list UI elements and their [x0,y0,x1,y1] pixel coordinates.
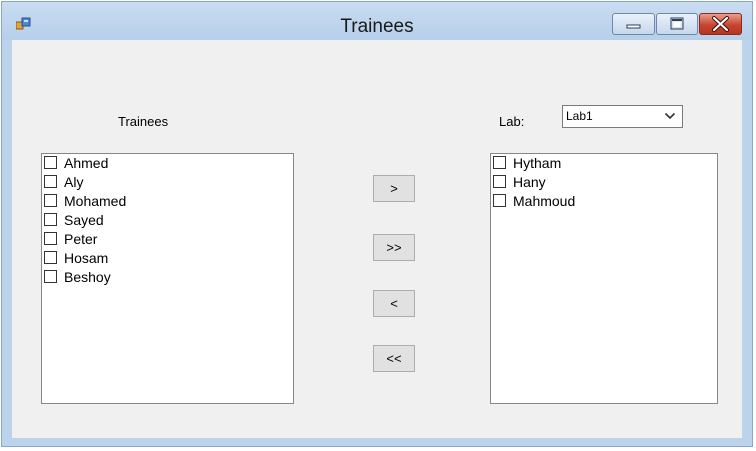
lab-label: Lab: [499,114,525,129]
lab-select-value: Lab1 [566,109,593,123]
list-item[interactable]: Mohamed [42,192,293,211]
list-item-label: Aly [64,174,84,190]
lab-checked-list[interactable]: Hytham Hany Mahmoud [490,153,718,404]
move-all-button[interactable]: >> [373,234,415,261]
list-item[interactable]: Ahmed [42,154,293,173]
checkbox[interactable] [44,251,57,264]
lab-select[interactable]: Lab1 [562,105,683,128]
list-item-label: Mahmoud [513,193,576,209]
checkbox[interactable] [44,232,57,245]
checkbox[interactable] [493,156,506,169]
title-bar[interactable]: Trainees [2,2,752,40]
checkbox[interactable] [44,213,57,226]
list-item[interactable]: Mahmoud [491,192,717,211]
trainees-label: Trainees [118,114,169,129]
list-item-label: Sayed [64,212,104,228]
move-selected-button[interactable]: > [373,175,415,202]
minimize-button[interactable] [612,13,655,35]
list-item-label: Mohamed [64,193,127,209]
maximize-icon [670,17,684,30]
list-item-label: Hosam [64,250,109,266]
checkbox[interactable] [44,194,57,207]
close-icon [712,16,729,32]
list-item[interactable]: Aly [42,173,293,192]
checkbox[interactable] [44,156,57,169]
minimize-icon [626,24,641,29]
chevron-down-icon[interactable] [664,112,676,120]
maximize-button[interactable] [656,13,698,35]
remove-selected-button[interactable]: < [373,290,415,317]
list-item-label: Beshoy [64,269,111,285]
remove-all-button[interactable]: << [373,345,415,372]
list-item[interactable]: Hosam [42,249,293,268]
list-item[interactable]: Hany [491,173,717,192]
app-window: Trainees Trainees Lab: Lab1 Ahmed Aly Mo… [1,1,753,447]
close-button[interactable] [699,13,742,35]
list-item-label: Hany [513,174,546,190]
checkbox[interactable] [493,175,506,188]
list-item[interactable]: Sayed [42,211,293,230]
list-item-label: Ahmed [64,155,109,171]
form-client-area: Trainees Lab: Lab1 Ahmed Aly Mohamed Say… [12,40,742,438]
list-item[interactable]: Beshoy [42,268,293,287]
list-item[interactable]: Peter [42,230,293,249]
list-item-label: Peter [64,231,98,247]
checkbox[interactable] [44,175,57,188]
checkbox[interactable] [493,194,506,207]
trainees-checked-list[interactable]: Ahmed Aly Mohamed Sayed Peter Hosam Besh… [41,153,294,404]
list-item[interactable]: Hytham [491,154,717,173]
checkbox[interactable] [44,270,57,283]
list-item-label: Hytham [513,155,562,171]
